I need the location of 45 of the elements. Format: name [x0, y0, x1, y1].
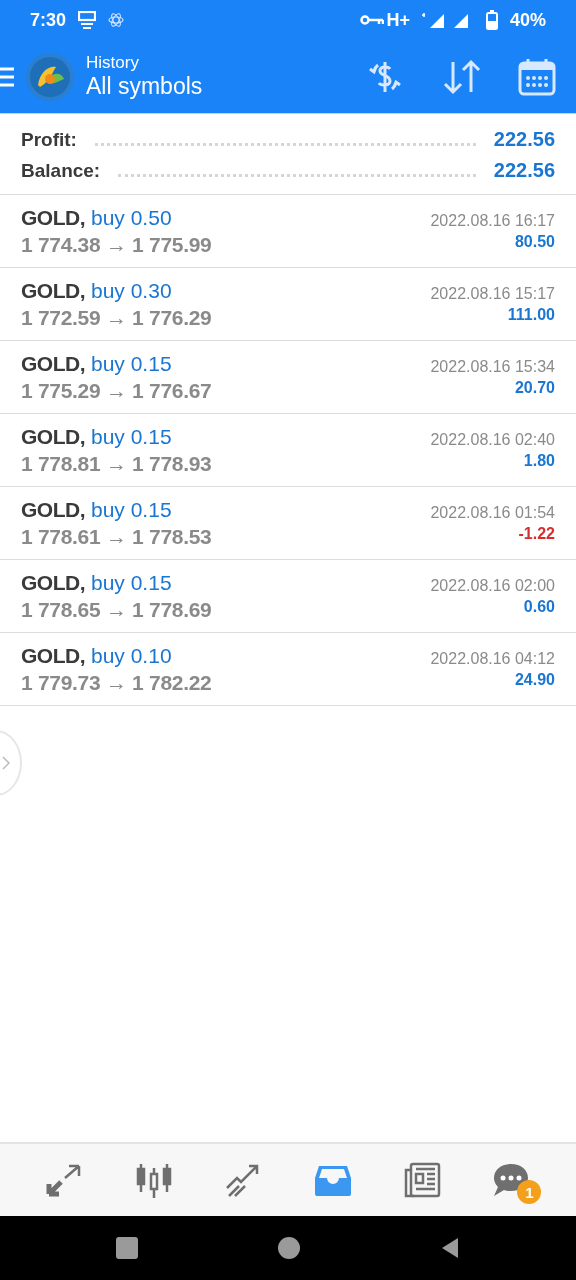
profit-value: -1.22	[518, 524, 555, 543]
symbol-label: GOLD,	[21, 278, 85, 303]
price-range: 1 779.73 → 1 782.22	[21, 670, 212, 695]
trade-time: 2022.08.16 01:54	[430, 503, 555, 522]
order-type-label: buy 0.10	[91, 643, 172, 668]
battery-level: 40%	[509, 9, 546, 31]
summary-label: Profit:	[21, 129, 77, 151]
price-range: 1 775.29 → 1 776.67	[21, 378, 212, 403]
trade-time: 2022.08.16 15:17	[430, 284, 555, 303]
summary-value: 222.56	[493, 128, 555, 151]
symbol-label: GOLD,	[21, 351, 85, 376]
price-range: 1 772.59 → 1 776.29	[21, 305, 212, 330]
order-type-label: buy 0.50	[91, 205, 172, 230]
symbol-filter[interactable]: All symbols	[86, 73, 364, 100]
notification-badge: 1	[517, 1180, 542, 1204]
order-type-label: buy 0.30	[91, 278, 172, 303]
symbol-label: GOLD,	[21, 424, 85, 449]
trade-time: 2022.08.16 15:34	[430, 357, 555, 376]
clock: 7:30	[30, 9, 67, 31]
price-range: 1 774.38 → 1 775.99	[21, 232, 212, 257]
price-range: 1 778.81 → 1 778.93	[21, 451, 212, 476]
profit-value: 111.00	[507, 305, 555, 324]
profit-value: 24.90	[514, 670, 555, 689]
profit-value: 80.50	[514, 232, 555, 251]
screen-title: History	[86, 53, 140, 73]
symbol-label: GOLD,	[21, 643, 85, 668]
price-range: 1 778.65 → 1 778.69	[21, 597, 212, 622]
order-type-label: buy 0.15	[91, 424, 172, 449]
trade-time: 2022.08.16 02:40	[430, 430, 555, 449]
trade-time: 2022.08.16 02:00	[430, 576, 555, 595]
network-type: H+	[386, 9, 410, 31]
symbol-label: GOLD,	[21, 570, 85, 595]
summary-label: Balance:	[21, 160, 101, 182]
order-type-label: buy 0.15	[91, 497, 172, 522]
order-type-label: buy 0.15	[91, 351, 172, 376]
summary-value: 222.56	[493, 159, 555, 182]
symbol-label: GOLD,	[21, 205, 85, 230]
trade-time: 2022.08.16 16:17	[430, 211, 555, 230]
price-range: 1 778.61 → 1 778.53	[21, 524, 212, 549]
profit-value: 20.70	[514, 378, 555, 397]
symbol-label: GOLD,	[21, 497, 85, 522]
trade-time: 2022.08.16 04:12	[430, 649, 555, 668]
profit-value: 1.80	[523, 451, 555, 470]
profit-value: 0.60	[523, 597, 555, 616]
order-type-label: buy 0.15	[91, 570, 172, 595]
